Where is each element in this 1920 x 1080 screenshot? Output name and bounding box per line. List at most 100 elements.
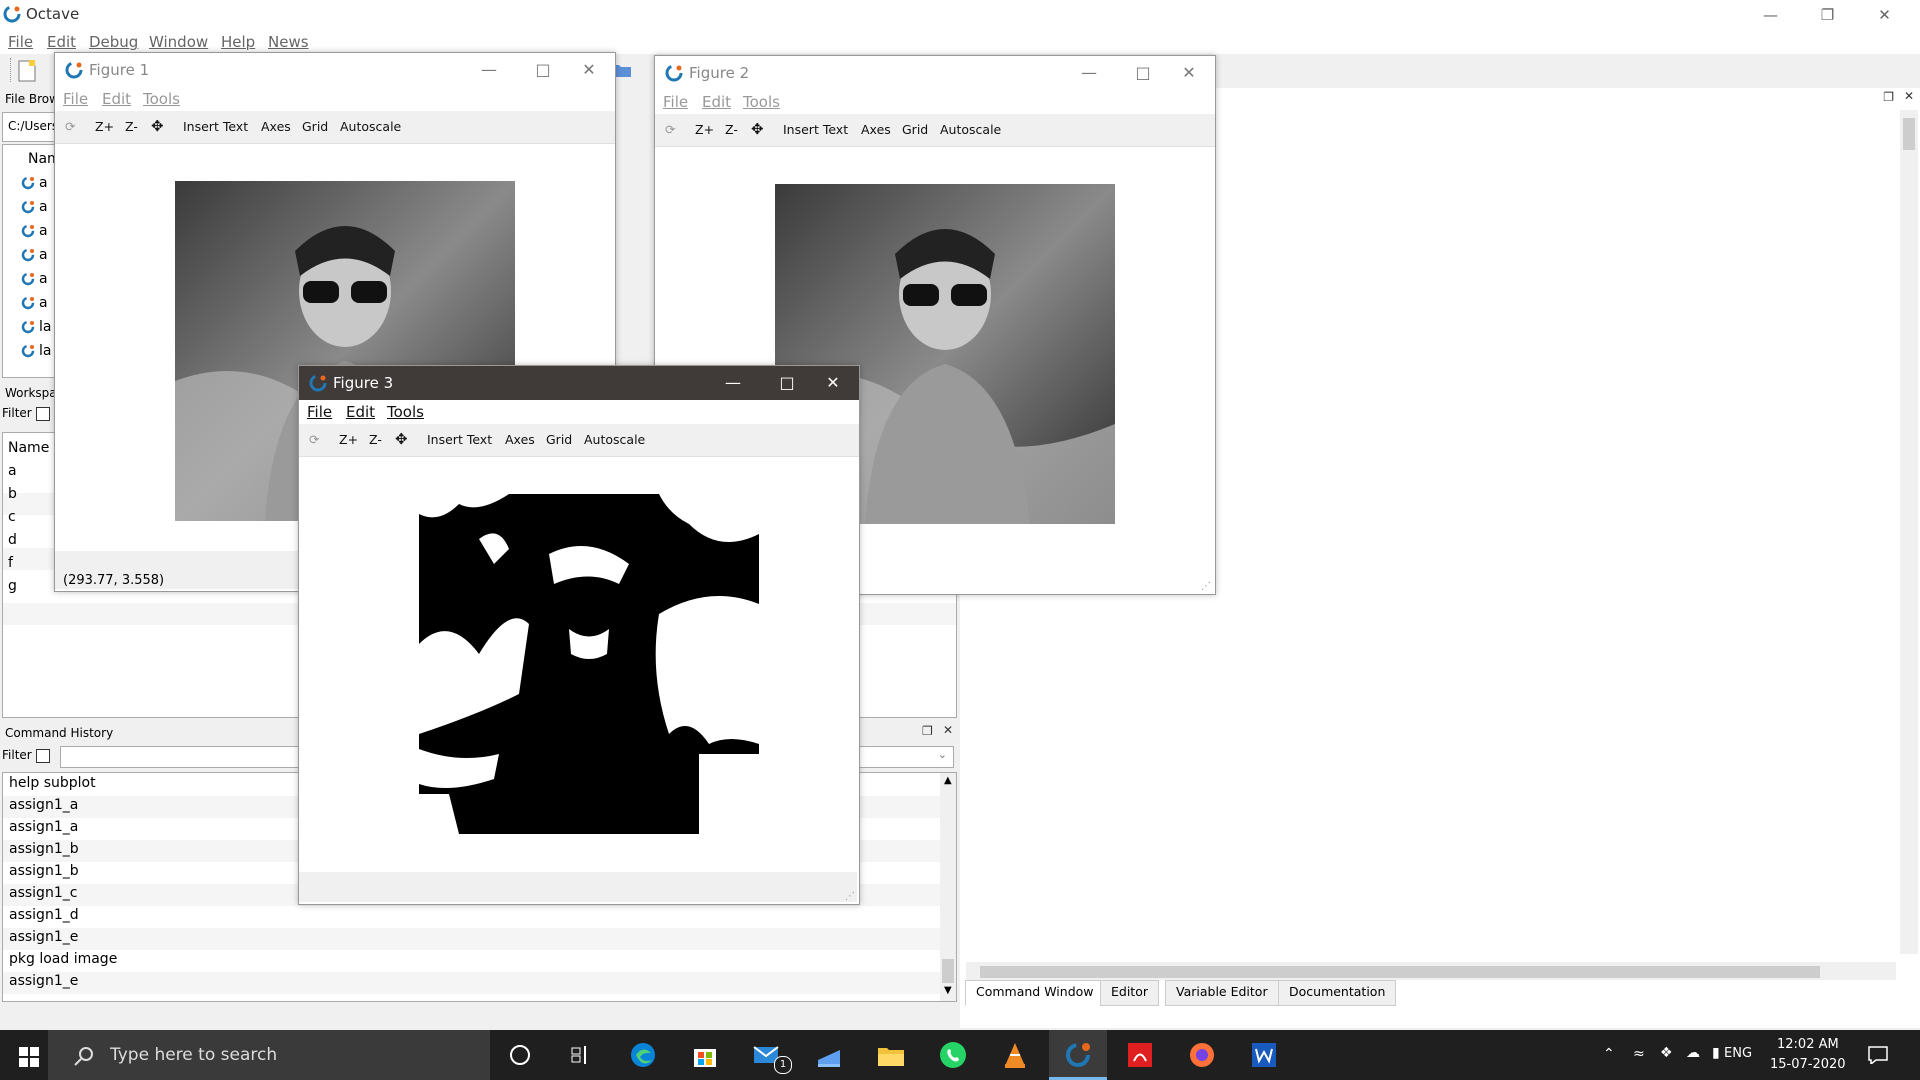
close-button[interactable]: ✕ [809,366,857,400]
close-button[interactable]: ✕ [1862,0,1907,30]
figure-1-titlebar[interactable]: Figure 1 — □ ✕ [55,53,615,87]
acrobat-icon[interactable] [1125,1040,1155,1070]
battery-icon[interactable]: ▮ [1712,1045,1720,1061]
menu-edit[interactable]: Edit [346,403,375,421]
restore-button[interactable]: ❐ [1805,0,1850,30]
menu-window[interactable]: Window [149,33,208,51]
grid-button[interactable]: Grid [546,432,572,447]
maximize-button[interactable]: □ [519,53,567,87]
float-pane-icon[interactable]: ❐ [922,724,933,738]
vscroll-thumb[interactable] [1903,118,1915,150]
file-list-item[interactable]: a [21,271,48,291]
figure-2-titlebar[interactable]: Figure 2 — □ ✕ [655,56,1215,90]
whatsapp-icon[interactable] [938,1040,968,1070]
chevron-down-icon[interactable]: ⌄ [938,748,947,761]
menu-file[interactable]: File [8,33,33,51]
menu-news[interactable]: News [268,33,309,51]
history-item[interactable]: assign1_e [9,929,78,945]
history-item[interactable]: assign1_e [9,973,78,989]
menu-tools[interactable]: Tools [387,403,424,421]
remote-desktop-icon[interactable] [814,1040,844,1070]
tab-documentation[interactable]: Documentation [1278,980,1397,1006]
history-item[interactable]: pkg load image [9,951,117,967]
search-box[interactable]: Type here to search [48,1030,490,1080]
rotate-icon[interactable]: ⟳ [65,119,75,134]
word-icon[interactable] [1249,1040,1279,1070]
zoom-in-button[interactable]: Z+ [339,432,358,447]
rotate-icon[interactable]: ⟳ [309,432,319,447]
vertical-scrollbar[interactable] [1900,110,1918,954]
file-explorer-icon[interactable] [876,1040,906,1070]
menu-file[interactable]: File [63,90,88,108]
zoom-out-button[interactable]: Z- [369,432,382,447]
close-button[interactable]: ✕ [565,53,613,87]
close-pane-icon[interactable]: ✕ [943,723,953,737]
edge-icon[interactable] [628,1040,658,1070]
resize-grip-icon[interactable]: ⋰ [845,891,855,902]
axes-button[interactable]: Axes [505,432,535,447]
new-file-icon[interactable] [18,60,36,82]
cloud-icon[interactable]: ☁ [1686,1045,1700,1061]
history-item[interactable]: assign1_a [9,797,78,813]
menu-edit[interactable]: Edit [102,90,131,108]
scroll-thumb[interactable] [942,959,954,983]
menu-debug[interactable]: Debug [89,33,138,51]
axes-button[interactable]: Axes [861,122,891,137]
file-list-item[interactable]: a [21,175,48,195]
history-scrollbar[interactable]: ▲ ▼ [940,773,956,1001]
vlc-icon[interactable] [1000,1040,1030,1070]
file-list-item[interactable]: la [21,343,51,363]
menu-edit[interactable]: Edit [47,33,76,51]
autoscale-button[interactable]: Autoscale [940,122,1001,137]
horizontal-scrollbar[interactable] [966,962,1896,980]
menu-help[interactable]: Help [221,33,255,51]
octave-icon[interactable] [1063,1040,1093,1070]
pan-icon[interactable]: ✥ [151,117,164,135]
pan-icon[interactable]: ✥ [751,120,764,138]
float-window-icon[interactable]: ❐ [1883,90,1894,104]
axes-button[interactable]: Axes [261,119,291,134]
path-field[interactable]: C:/Users [2,112,58,142]
windows-start-icon[interactable] [19,1047,39,1067]
zoom-out-button[interactable]: Z- [125,119,138,134]
tab-editor[interactable]: Editor [1100,980,1159,1006]
history-item[interactable]: help subplot [9,775,96,791]
workspace-name-header[interactable]: Name [8,437,49,459]
insert-text-button[interactable]: Insert Text [427,432,492,447]
close-button[interactable]: ✕ [1165,56,1213,90]
minimize-button[interactable]: — [1065,56,1113,90]
rotate-icon[interactable]: ⟳ [665,122,675,137]
maximize-button[interactable]: □ [763,366,811,400]
language-indicator[interactable]: ENG [1724,1046,1752,1061]
clock-date[interactable]: 15-07-2020 [1770,1057,1846,1072]
figure-3-window[interactable]: Figure 3 — □ ✕ File Edit Tools ⟳ Z+ Z- ✥… [298,365,860,905]
zoom-in-button[interactable]: Z+ [95,119,114,134]
history-item[interactable]: assign1_a [9,819,78,835]
file-list-item[interactable]: a [21,223,48,243]
chevron-up-icon[interactable]: ⌃ [1603,1046,1615,1062]
task-view-icon[interactable] [566,1040,596,1070]
autoscale-button[interactable]: Autoscale [584,432,645,447]
minimize-button[interactable]: — [465,53,513,87]
file-list-item[interactable]: a [21,199,48,219]
menu-tools[interactable]: Tools [143,90,180,108]
dropbox-icon[interactable]: ❖ [1660,1045,1673,1061]
scroll-down-icon[interactable]: ▼ [944,985,952,996]
figure-3-titlebar[interactable]: Figure 3 — □ ✕ [299,366,859,400]
history-item[interactable]: assign1_d [9,907,79,923]
close-window-icon[interactable]: ✕ [1904,89,1914,103]
history-item[interactable]: assign1_c [9,885,77,901]
hscroll-thumb[interactable] [980,966,1820,978]
file-list-item[interactable]: a [21,295,48,315]
store-icon[interactable] [690,1040,720,1070]
file-list-item[interactable]: la [21,319,51,339]
history-item[interactable]: assign1_b [9,841,79,857]
firefox-icon[interactable] [1187,1040,1217,1070]
minimize-button[interactable]: — [709,366,757,400]
grid-button[interactable]: Grid [902,122,928,137]
maximize-button[interactable]: □ [1119,56,1167,90]
notification-icon[interactable] [1868,1046,1888,1064]
clock-time[interactable]: 12:02 AM [1777,1037,1839,1052]
zoom-out-button[interactable]: Z- [725,122,738,137]
history-filter-checkbox[interactable] [35,748,50,763]
